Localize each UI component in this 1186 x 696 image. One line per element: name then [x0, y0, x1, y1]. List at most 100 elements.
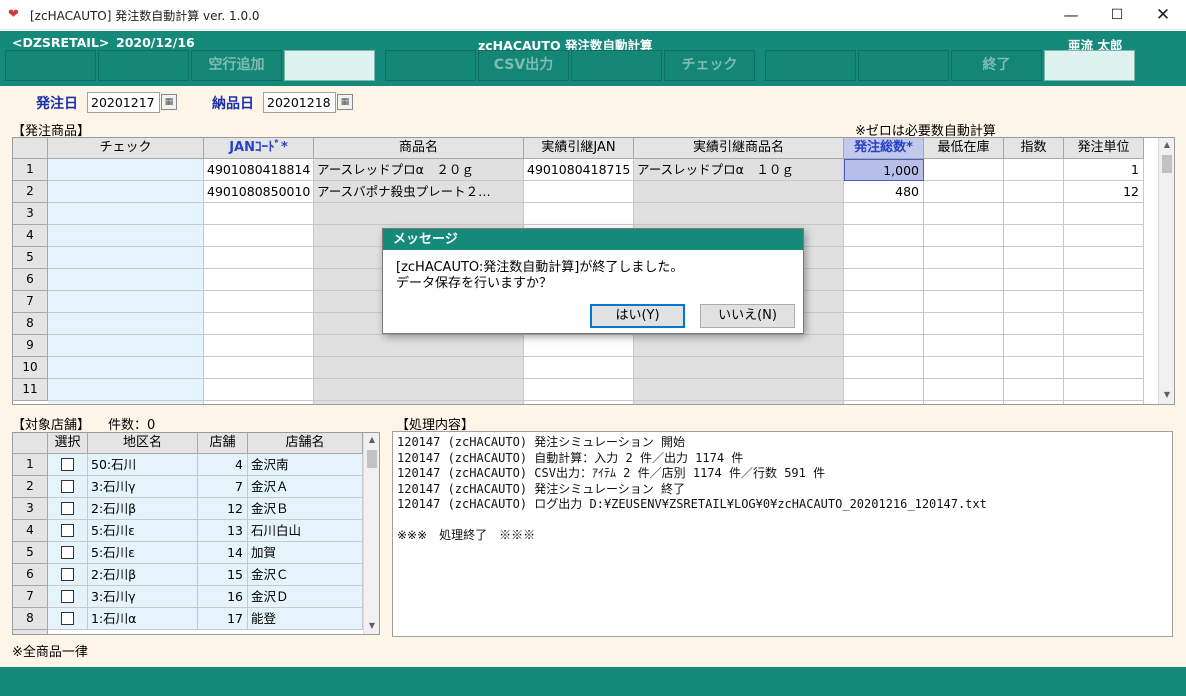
- title-bar: ❤ [zcHACAUTO] 発注数自動計算 ver. 1.0.0 — ☐ ✕: [0, 0, 1186, 30]
- select-cell[interactable]: [48, 454, 88, 476]
- store-checkbox[interactable]: [61, 590, 74, 603]
- row-number[interactable]: 3: [13, 498, 48, 520]
- scroll-down-icon[interactable]: ▼: [364, 621, 379, 630]
- fkey-button-2[interactable]: [98, 50, 189, 81]
- row-number-partial[interactable]: [13, 630, 48, 634]
- inherit-jan-cell[interactable]: 4901080418715: [524, 159, 634, 181]
- check-cell[interactable]: [48, 181, 204, 203]
- products-vertical-scrollbar[interactable]: ▲ ▼: [1158, 138, 1174, 404]
- index-empty-cells[interactable]: [1004, 203, 1064, 404]
- fkey-button-5[interactable]: [385, 50, 476, 81]
- row-number[interactable]: 1: [13, 454, 48, 476]
- order-total-empty-cells[interactable]: [844, 203, 924, 404]
- yes-button[interactable]: はい(Y): [590, 304, 685, 328]
- order-unit-cell[interactable]: 12: [1064, 181, 1144, 203]
- column-header-order-unit[interactable]: 発注単位: [1064, 138, 1144, 159]
- row-number[interactable]: 7: [13, 586, 48, 608]
- row-number[interactable]: 5: [13, 542, 48, 564]
- order-date-input[interactable]: 20201217: [87, 92, 160, 113]
- index-cell[interactable]: [1004, 159, 1064, 181]
- scroll-up-icon[interactable]: ▲: [1159, 140, 1174, 149]
- maximize-button[interactable]: ☐: [1094, 0, 1140, 30]
- csv-output-button[interactable]: [571, 50, 662, 81]
- select-cell[interactable]: [48, 608, 88, 630]
- select-cell[interactable]: [48, 520, 88, 542]
- store-checkbox[interactable]: [61, 480, 74, 493]
- row-number[interactable]: 3: [13, 203, 48, 225]
- column-header-jan[interactable]: JANｺｰﾄﾞ*: [204, 138, 314, 159]
- row-number[interactable]: 8: [13, 608, 48, 630]
- minimize-button[interactable]: —: [1048, 0, 1094, 30]
- store-checkbox[interactable]: [61, 524, 74, 537]
- row-number[interactable]: 1: [13, 159, 48, 181]
- store-checkbox[interactable]: [61, 546, 74, 559]
- scroll-thumb[interactable]: [1162, 155, 1172, 173]
- add-empty-row-button[interactable]: [284, 50, 375, 81]
- scroll-thumb[interactable]: [367, 450, 377, 468]
- column-header-area[interactable]: 地区名: [88, 433, 198, 454]
- column-header-check[interactable]: チェック: [48, 138, 204, 159]
- row-number[interactable]: 5: [13, 247, 48, 269]
- order-total-cell[interactable]: 480: [844, 181, 924, 203]
- row-number[interactable]: 2: [13, 476, 48, 498]
- fkey-button-1[interactable]: [5, 50, 96, 81]
- exit-button[interactable]: [1044, 50, 1135, 81]
- jan-cell[interactable]: 4901080850010: [204, 181, 314, 203]
- select-cell[interactable]: [48, 476, 88, 498]
- check-button[interactable]: [765, 50, 856, 81]
- row-number[interactable]: 2: [13, 181, 48, 203]
- index-cell[interactable]: [1004, 181, 1064, 203]
- column-header-store[interactable]: 店舗: [198, 433, 248, 454]
- delivery-date-input[interactable]: 20201218: [263, 92, 336, 113]
- store-checkbox[interactable]: [61, 612, 74, 625]
- order-unit-empty-cells[interactable]: [1064, 203, 1144, 404]
- column-header-order-total[interactable]: 発注総数*: [844, 138, 924, 159]
- column-header-inherit-jan[interactable]: 実績引継JAN: [524, 138, 634, 159]
- close-button[interactable]: ✕: [1140, 0, 1186, 30]
- row-divider: [48, 224, 1144, 225]
- column-header-min-stock[interactable]: 最低在庫: [924, 138, 1004, 159]
- jan-column-empty-cells[interactable]: [204, 203, 314, 404]
- row-number[interactable]: 11: [13, 379, 48, 401]
- row-number[interactable]: 10: [13, 357, 48, 379]
- column-header-select[interactable]: 選択: [48, 433, 88, 454]
- order-total-cell[interactable]: 1,000: [844, 159, 924, 181]
- process-log[interactable]: 120147 (zcHACAUTO) 発注シミュレーション 開始 120147 …: [392, 431, 1173, 637]
- row-number[interactable]: 9: [13, 335, 48, 357]
- no-button[interactable]: いいえ(N): [700, 304, 795, 328]
- fkey-button-3[interactable]: 空行追加: [191, 50, 282, 81]
- scroll-down-icon[interactable]: ▼: [1159, 390, 1174, 399]
- row-number[interactable]: 7: [13, 291, 48, 313]
- calendar-icon[interactable]: ▦: [337, 94, 353, 110]
- column-header-product-name[interactable]: 商品名: [314, 138, 524, 159]
- check-cell[interactable]: [48, 159, 204, 181]
- row-number[interactable]: 4: [13, 225, 48, 247]
- stores-vertical-scrollbar[interactable]: ▲ ▼: [363, 433, 379, 634]
- min-stock-empty-cells[interactable]: [924, 203, 1004, 404]
- column-header-store-name[interactable]: 店舗名: [248, 433, 363, 454]
- min-stock-cell[interactable]: [924, 181, 1004, 203]
- inherit-jan-cell[interactable]: [524, 181, 634, 203]
- row-number[interactable]: 6: [13, 564, 48, 586]
- store-checkbox[interactable]: [61, 568, 74, 581]
- order-unit-cell[interactable]: 1: [1064, 159, 1144, 181]
- select-cell[interactable]: [48, 498, 88, 520]
- fkey-button-10[interactable]: [858, 50, 949, 81]
- fkey-button-11[interactable]: 終了: [951, 50, 1042, 81]
- select-cell[interactable]: [48, 586, 88, 608]
- min-stock-cell[interactable]: [924, 159, 1004, 181]
- calendar-icon[interactable]: ▦: [161, 94, 177, 110]
- jan-cell[interactable]: 4901080418814: [204, 159, 314, 181]
- row-number[interactable]: 6: [13, 269, 48, 291]
- column-header-inherit-name[interactable]: 実績引継商品名: [634, 138, 844, 159]
- select-cell[interactable]: [48, 542, 88, 564]
- row-number[interactable]: 8: [13, 313, 48, 335]
- fkey-button-8[interactable]: チェック: [664, 50, 755, 81]
- store-checkbox[interactable]: [61, 458, 74, 471]
- scroll-up-icon[interactable]: ▲: [364, 435, 379, 444]
- row-number[interactable]: 4: [13, 520, 48, 542]
- fkey-button-6[interactable]: CSV出力: [478, 50, 569, 81]
- select-cell[interactable]: [48, 564, 88, 586]
- store-checkbox[interactable]: [61, 502, 74, 515]
- column-header-index[interactable]: 指数: [1004, 138, 1064, 159]
